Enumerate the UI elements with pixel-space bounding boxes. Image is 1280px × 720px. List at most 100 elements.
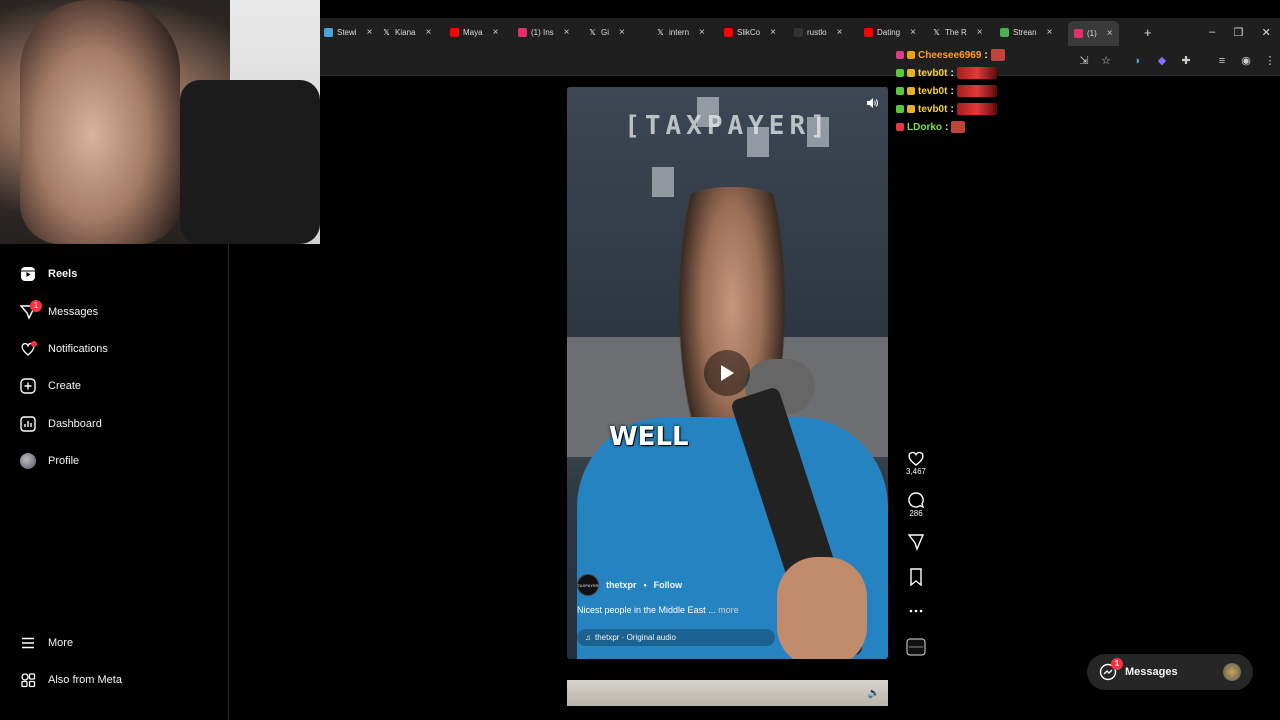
audio-attribution[interactable]: ♫ thetxpr · Original audio	[577, 629, 775, 646]
close-tab-icon[interactable]: ×	[837, 27, 843, 38]
streamer-webcam	[0, 0, 320, 244]
chat-badge-icon	[896, 123, 904, 131]
comment-count: 286	[909, 509, 923, 518]
browser-tab[interactable]: 𝕏 Gi ×	[588, 23, 625, 41]
video-watermark: [TAXPAYER]	[624, 111, 831, 141]
author-avatar[interactable]: TAXPAYER	[577, 574, 599, 596]
browser-tab[interactable]: Strean ×	[1000, 23, 1052, 41]
sidebar-item-label: Dashboard	[48, 418, 102, 430]
messages-pill-label: Messages	[1125, 666, 1178, 678]
messages-icon: 1	[20, 300, 42, 320]
close-tab-icon[interactable]: ×	[425, 27, 431, 38]
chat-separator: :	[950, 103, 954, 115]
more-options-button[interactable]	[904, 602, 928, 620]
browser-tab-label: (1)	[1087, 29, 1097, 38]
profile-avatar-icon[interactable]: ◉	[1240, 55, 1252, 67]
next-reel-preview[interactable]: 🔈	[567, 680, 888, 706]
browser-tab-label: SlikCo	[737, 27, 761, 37]
extension-shield-icon[interactable]: ◆	[1156, 55, 1168, 67]
messages-badge: 1	[30, 300, 42, 312]
play-button[interactable]	[704, 350, 750, 396]
extension-icon[interactable]: ◗	[1132, 55, 1144, 67]
share-button[interactable]	[904, 533, 928, 551]
chat-emote	[956, 67, 997, 79]
follow-button[interactable]: Follow	[654, 580, 683, 590]
youtube-icon	[450, 27, 459, 37]
close-tab-icon[interactable]: ×	[977, 27, 983, 38]
audio-thumbnail-button[interactable]	[904, 638, 928, 656]
speaker-icon[interactable]	[866, 97, 880, 111]
close-tab-icon[interactable]: ×	[493, 27, 499, 38]
close-tab-icon[interactable]: ×	[367, 27, 373, 38]
install-app-icon[interactable]: ⇲	[1078, 55, 1090, 67]
browser-tab-label: The R	[945, 27, 967, 37]
sidebar-item-notifications[interactable]: Notifications	[20, 337, 108, 361]
bookmark-star-icon[interactable]: ☆	[1100, 55, 1112, 67]
media-control-icon[interactable]: ≡	[1216, 55, 1228, 67]
x-icon: 𝕏	[589, 27, 596, 37]
messages-pill-button[interactable]: 1 Messages	[1087, 654, 1253, 690]
browser-menu-icon[interactable]: ⋮	[1264, 55, 1276, 67]
sidebar-item-label: Create	[48, 380, 82, 392]
maximize-button[interactable]: ❐	[1234, 26, 1244, 39]
sidebar-item-dashboard[interactable]: Dashboard	[20, 412, 102, 436]
music-note-icon: ♫	[585, 633, 591, 642]
like-button[interactable]: 3,467	[904, 449, 928, 476]
meta-apps-icon	[20, 672, 36, 688]
browser-tab[interactable]: (1) ×	[1068, 21, 1119, 46]
browser-tab[interactable]: Maya ×	[450, 23, 498, 41]
instagram-sidebar: Reels 1 Messages Notifications Create Da…	[0, 244, 229, 720]
save-button[interactable]	[904, 568, 928, 586]
chat-username: tevb0t	[918, 67, 948, 79]
browser-tab[interactable]: Dating ×	[864, 23, 916, 41]
sidebar-item-messages[interactable]: 1 Messages	[20, 300, 98, 324]
browser-tab-label: Kiana	[395, 27, 416, 37]
instagram-icon	[518, 27, 527, 37]
puzzle-extensions-icon[interactable]: ✚	[1180, 55, 1192, 67]
browser-tab[interactable]: rustlo ×	[794, 23, 842, 41]
browser-tab[interactable]: Stewi ×	[324, 23, 372, 41]
browser-tab[interactable]: 𝕏intern ×	[656, 23, 705, 41]
browser-tab[interactable]: 𝕏 The R ×	[932, 23, 983, 41]
youtube-icon	[864, 27, 873, 37]
minimize-button[interactable]: –	[1209, 26, 1215, 38]
browser-tab[interactable]: (1) Ins ×	[518, 23, 570, 41]
stream-chat-overlay: Cheesee6969: tevb0t: tevb0t: tevb0t: LDorko:	[896, 46, 1036, 136]
chat-emote	[951, 121, 966, 133]
close-tab-icon[interactable]: ×	[699, 27, 705, 38]
browser-tab[interactable]: 𝕏 Kiana ×	[382, 23, 431, 41]
comment-button[interactable]: 286	[904, 491, 928, 518]
chat-badge-icon	[896, 87, 904, 95]
close-tab-icon[interactable]: ×	[619, 27, 625, 38]
sidebar-item-label: Notifications	[48, 343, 108, 355]
dashboard-icon	[20, 416, 36, 432]
chat-emote	[956, 103, 997, 115]
reel-video[interactable]: [TAXPAYER] WELL TAXPAYER thetxpr • Follo…	[567, 87, 888, 659]
bar-chart-icon	[1000, 27, 1009, 37]
more-link[interactable]: more	[718, 605, 739, 615]
sidebar-item-reels[interactable]: Reels	[20, 262, 77, 286]
x-icon: 𝕏	[933, 27, 940, 37]
reel-description: Nicest people in the Middle East ... mor…	[577, 605, 739, 615]
browser-tab-label: Gi	[601, 27, 609, 37]
sidebar-item-profile[interactable]: Profile	[20, 449, 79, 473]
conversation-avatar	[1223, 663, 1241, 681]
sidebar-item-create[interactable]: Create	[20, 374, 81, 398]
close-tab-icon[interactable]: ×	[1047, 27, 1053, 38]
close-tab-icon[interactable]: ×	[910, 27, 916, 38]
close-tab-icon[interactable]: ×	[770, 27, 776, 38]
close-tab-icon[interactable]: ×	[1107, 28, 1113, 39]
close-tab-icon[interactable]: ×	[564, 27, 570, 38]
author-username[interactable]: thetxpr	[606, 580, 637, 590]
close-window-button[interactable]: ✕	[1262, 26, 1271, 39]
chat-username: Cheesee6969	[918, 49, 982, 61]
instagram-icon	[1074, 29, 1083, 38]
bookmark-icon	[910, 568, 922, 586]
sidebar-item-more[interactable]: More	[20, 631, 73, 655]
browser-tab-label: rustlo	[807, 27, 827, 37]
browser-tab[interactable]: SlikCo ×	[724, 23, 776, 41]
sidebar-item-also-from-meta[interactable]: Also from Meta	[20, 668, 122, 692]
sidebar-item-label: Also from Meta	[48, 674, 122, 686]
new-tab-button[interactable]: +	[1144, 23, 1152, 41]
speaker-icon[interactable]: 🔈	[868, 688, 880, 699]
